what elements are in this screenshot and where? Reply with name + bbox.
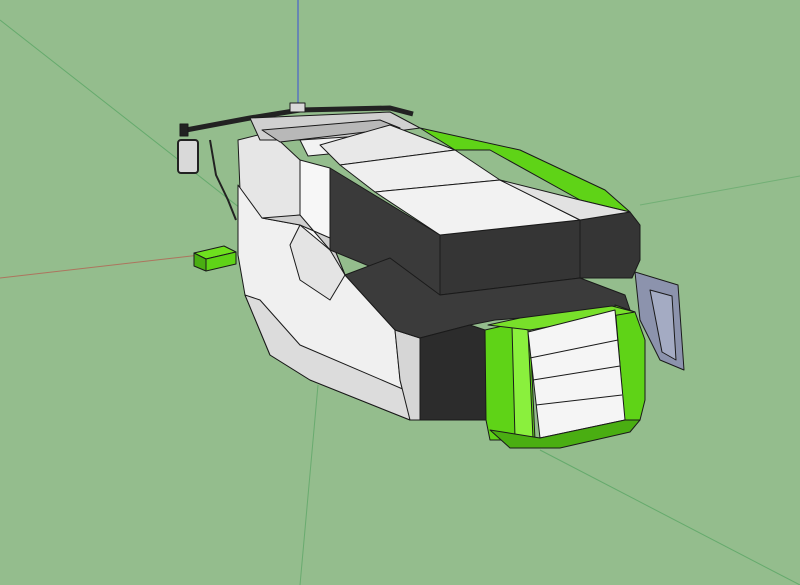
mirror-stand	[209, 139, 237, 221]
lower-deck-front	[419, 324, 489, 421]
model-canvas[interactable]	[0, 0, 800, 585]
side-mirror	[177, 139, 199, 174]
roof-beacon	[289, 102, 306, 113]
red-axis-dashed	[639, 175, 800, 206]
green-axis-down	[299, 384, 319, 585]
green-axis	[539, 449, 800, 585]
right-rear-block	[579, 211, 641, 279]
vehicle-model[interactable]	[177, 102, 685, 449]
mirror-bracket	[179, 123, 189, 137]
front-grille-white	[527, 309, 626, 439]
3d-viewport[interactable]	[0, 0, 800, 585]
red-axis	[0, 254, 201, 279]
